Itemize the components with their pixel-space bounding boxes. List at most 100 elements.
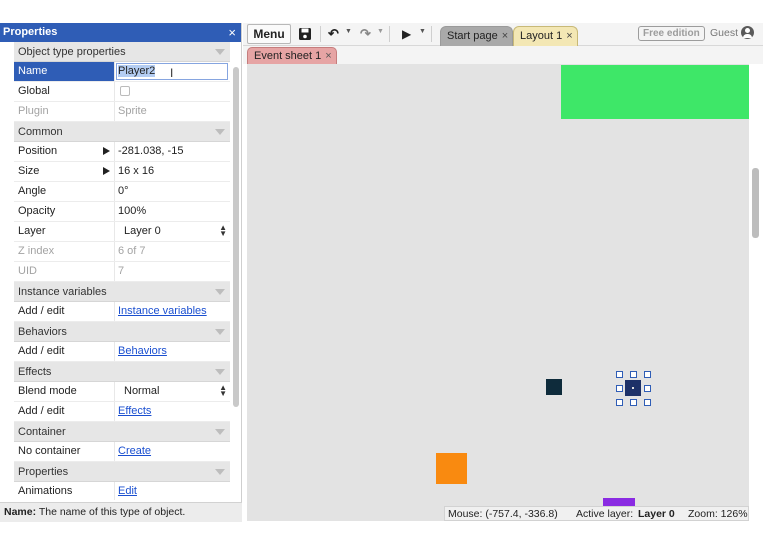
prop-row-blend-mode[interactable]: Blend mode Normal ▲ ▼ (14, 382, 230, 402)
prop-row-angle[interactable]: Angle 0° (14, 182, 230, 202)
dark-square-object[interactable] (546, 379, 562, 395)
property-description: Name: The name of this type of object. (0, 502, 242, 522)
property-description-text: The name of this type of object. (36, 506, 186, 518)
layout-canvas[interactable] (247, 64, 749, 521)
edition-badge[interactable]: Free edition (638, 26, 705, 41)
redo-icon[interactable]: ↷ (360, 25, 371, 43)
global-checkbox[interactable] (120, 86, 130, 96)
orange-square-object[interactable] (436, 453, 467, 484)
prop-label: Add / edit (14, 402, 115, 421)
resize-handle[interactable] (616, 371, 623, 378)
properties-scrollbar[interactable] (233, 67, 239, 407)
selected-player-object[interactable] (625, 380, 641, 396)
prop-row-effects: Add / edit Effects (14, 402, 230, 422)
green-rectangle-object[interactable] (561, 65, 749, 119)
sub-tab-bar: Event sheet 1 × (243, 46, 763, 64)
toolbar-separator (320, 26, 321, 42)
collapse-icon[interactable] (215, 369, 225, 375)
layer-select[interactable]: Layer 0 ▲ ▼ (115, 222, 230, 241)
prop-row-z-index: Z index 6 of 7 (14, 242, 230, 262)
prop-value: 6 of 7 (118, 245, 146, 257)
close-tab-icon[interactable]: × (566, 30, 572, 42)
section-behaviors[interactable]: Behaviors (14, 322, 230, 342)
prop-row-position[interactable]: Position -281.038, -15 (14, 142, 230, 162)
collapse-icon[interactable] (215, 49, 225, 55)
text-cursor-icon: I (170, 66, 174, 80)
resize-handle[interactable] (616, 385, 623, 392)
select-arrows-icon: ▲ ▼ (219, 223, 227, 238)
undo-dropdown-icon[interactable]: ▼ (345, 28, 352, 35)
create-container-link[interactable]: Create (118, 445, 151, 457)
effects-link[interactable]: Effects (118, 405, 151, 417)
prop-row-size[interactable]: Size 16 x 16 (14, 162, 230, 182)
tab-label: Event sheet 1 (254, 50, 322, 62)
properties-panel-title: Properties (3, 26, 58, 38)
prop-label: Layer (14, 222, 115, 241)
user-label[interactable]: Guest (710, 27, 738, 39)
resize-handle[interactable] (644, 385, 651, 392)
name-input[interactable]: Player2 I (116, 63, 228, 80)
prop-row-layer[interactable]: Layer Layer 0 ▲ ▼ (14, 222, 230, 242)
resize-handle[interactable] (630, 399, 637, 406)
tab-label: Layout 1 (520, 30, 563, 42)
prop-row-uid: UID 7 (14, 262, 230, 282)
prop-label: No container (14, 442, 115, 461)
prop-value: Sprite (118, 105, 147, 117)
prop-row-global[interactable]: Global (14, 82, 230, 102)
section-container[interactable]: Container (14, 422, 230, 442)
section-instance-variables[interactable]: Instance variables (14, 282, 230, 302)
prop-row-plugin: Plugin Sprite (14, 102, 230, 122)
expand-icon[interactable] (103, 147, 110, 155)
prop-label: Size (18, 165, 40, 177)
prop-label: Angle (14, 182, 115, 201)
expand-icon[interactable] (103, 167, 110, 175)
resize-handle[interactable] (630, 371, 637, 378)
menu-button[interactable]: Menu (247, 24, 291, 44)
prop-row-opacity[interactable]: Opacity 100% (14, 202, 230, 222)
properties-panel-header: Properties × (0, 23, 241, 42)
tab-layout-1[interactable]: Layout 1 × (513, 26, 578, 46)
property-description-key: Name: (4, 506, 37, 518)
preview-dropdown-icon[interactable]: ▼ (419, 28, 426, 35)
close-tab-icon[interactable]: × (502, 30, 508, 42)
edit-animations-link[interactable]: Edit (118, 485, 137, 497)
prop-label: Add / edit (14, 342, 115, 361)
blend-mode-select[interactable]: Normal ▲ ▼ (115, 382, 230, 401)
resize-handle[interactable] (616, 399, 623, 406)
instance-variables-link[interactable]: Instance variables (118, 305, 207, 317)
tab-event-sheet-1[interactable]: Event sheet 1 × (247, 47, 337, 64)
collapse-icon[interactable] (215, 129, 225, 135)
redo-dropdown-icon[interactable]: ▼ (377, 28, 384, 35)
prop-label: Plugin (14, 102, 115, 121)
collapse-icon[interactable] (215, 329, 225, 335)
prop-row-container: No container Create (14, 442, 230, 462)
collapse-icon[interactable] (215, 289, 225, 295)
prop-value[interactable]: -281.038, -15 (115, 142, 230, 161)
prop-label: Animations (14, 482, 115, 500)
play-icon[interactable]: ▶ (402, 25, 411, 43)
save-icon[interactable] (298, 27, 312, 41)
resize-handle[interactable] (644, 399, 651, 406)
behaviors-link[interactable]: Behaviors (118, 345, 167, 357)
name-input-value: Player2 (118, 65, 156, 77)
undo-icon[interactable]: ↶ (328, 25, 339, 43)
collapse-icon[interactable] (215, 429, 225, 435)
resize-handle[interactable] (644, 371, 651, 378)
section-properties[interactable]: Properties (14, 462, 230, 482)
prop-value[interactable]: 100% (115, 202, 230, 221)
prop-value[interactable]: 16 x 16 (115, 162, 230, 181)
close-tab-icon[interactable]: × (325, 50, 331, 62)
section-object-type-properties[interactable]: Object type properties (14, 42, 230, 62)
prop-row-name[interactable]: Name Player2 I (14, 62, 230, 82)
prop-label: Global (14, 82, 115, 101)
prop-value[interactable]: 0° (115, 182, 230, 201)
canvas-vertical-scrollbar[interactable] (752, 168, 759, 238)
prop-row-behaviors: Add / edit Behaviors (14, 342, 230, 362)
section-common[interactable]: Common (14, 122, 230, 142)
section-effects[interactable]: Effects (14, 362, 230, 382)
collapse-icon[interactable] (215, 469, 225, 475)
close-icon[interactable]: × (228, 23, 236, 42)
tab-start-page[interactable]: Start page × (440, 26, 514, 46)
user-avatar-icon[interactable] (741, 26, 754, 39)
status-bar: Mouse: (-757.4, -336.8) Active layer: La… (444, 506, 749, 521)
